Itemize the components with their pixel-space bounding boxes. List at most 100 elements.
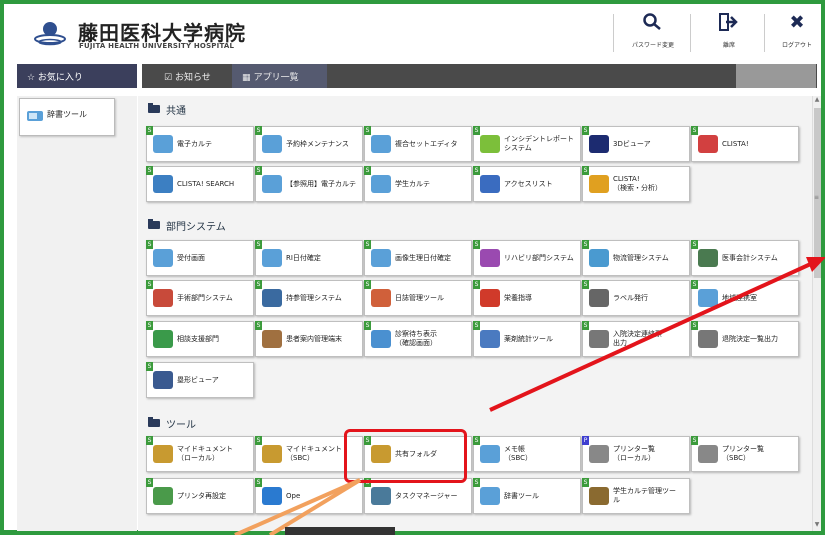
leave-seat-label: 離席 bbox=[722, 42, 735, 49]
app-tile[interactable]: S CLISTA! bbox=[691, 126, 799, 162]
app-tile[interactable]: S CLISTA! （検索・分析） bbox=[582, 166, 690, 202]
app-icon bbox=[480, 330, 500, 348]
status-badge: S bbox=[582, 321, 589, 330]
app-tile[interactable]: S 塁形ビューア bbox=[146, 362, 254, 398]
app-icon bbox=[262, 289, 282, 307]
vertical-scrollbar[interactable]: ▲ ≡ ▼ bbox=[812, 96, 821, 531]
app-tile-label: CLISTA! bbox=[722, 139, 749, 148]
app-tile[interactable]: S 患者案内管理端末 bbox=[255, 321, 363, 357]
app-tile[interactable]: S 複合セットエディタ bbox=[364, 126, 472, 162]
status-badge: S bbox=[146, 478, 153, 487]
app-tile[interactable]: S 持参管理システム bbox=[255, 280, 363, 316]
status-badge: S bbox=[364, 240, 371, 249]
app-tile[interactable]: S 相談支援部門 bbox=[146, 321, 254, 357]
app-tile[interactable]: S 受付画面 bbox=[146, 240, 254, 276]
scroll-up-icon[interactable]: ▲ bbox=[813, 96, 821, 106]
nav-right-area bbox=[736, 64, 816, 88]
app-tile[interactable]: S インシデントレポート システム bbox=[473, 126, 581, 162]
app-tile[interactable]: S 【参照用】電子カルテ bbox=[255, 166, 363, 202]
logout-button[interactable]: ✖ ログアウト bbox=[764, 10, 825, 56]
app-tile-label: 塁形ビューア bbox=[177, 375, 219, 384]
app-icon bbox=[371, 330, 391, 348]
status-badge: S bbox=[255, 436, 262, 445]
app-icon bbox=[262, 249, 282, 267]
app-tile[interactable]: S リハビリ部門システム bbox=[473, 240, 581, 276]
app-tile-label: 予約枠メンテナンス bbox=[286, 139, 349, 148]
app-tile[interactable]: S 診察待ち表示 （確認画面） bbox=[364, 321, 472, 357]
app-icon bbox=[589, 249, 609, 267]
status-badge: S bbox=[691, 126, 698, 135]
app-icon bbox=[589, 445, 609, 463]
app-tile[interactable]: S タスクマネージャー bbox=[364, 478, 472, 514]
app-icon bbox=[153, 371, 173, 389]
favorite-item-dictionary[interactable]: 辞書ツール bbox=[19, 98, 115, 136]
section-title: ツール bbox=[166, 419, 196, 431]
app-tile-label: 退院決定一覧出力 bbox=[722, 334, 778, 343]
app-icon bbox=[698, 249, 718, 267]
app-tile-label: 受付画面 bbox=[177, 253, 205, 262]
app-tile[interactable]: S 電子カルテ bbox=[146, 126, 254, 162]
app-tile[interactable]: S CLISTA! SEARCH bbox=[146, 166, 254, 202]
app-icon bbox=[153, 445, 173, 463]
status-badge: S bbox=[691, 321, 698, 330]
scroll-down-icon[interactable]: ▼ bbox=[813, 521, 821, 531]
app-icon bbox=[698, 135, 718, 153]
app-tile-label: 医事会計システム bbox=[722, 253, 778, 262]
scroll-grip-icon: ≡ bbox=[814, 194, 820, 201]
app-tile-label: 【参照用】電子カルテ bbox=[286, 179, 356, 188]
app-tile[interactable]: S 辞書ツール bbox=[473, 478, 581, 514]
favorites-panel: 辞書ツール bbox=[17, 96, 137, 531]
app-tile[interactable]: S 薬剤統計ツール bbox=[473, 321, 581, 357]
app-icon bbox=[698, 445, 718, 463]
app-tile[interactable]: S 退院決定一覧出力 bbox=[691, 321, 799, 357]
status-badge: S bbox=[582, 240, 589, 249]
app-tile[interactable]: S 画像生理日付確定 bbox=[364, 240, 472, 276]
app-tile-label: 相談支援部門 bbox=[177, 334, 219, 343]
password-change-button[interactable]: パスワード変更 bbox=[620, 10, 686, 56]
password-change-label: パスワード変更 bbox=[631, 42, 674, 49]
tab-notices[interactable]: ☑ お知らせ bbox=[154, 64, 229, 88]
app-tile[interactable]: S 地域連携室 bbox=[691, 280, 799, 316]
app-icon bbox=[262, 175, 282, 193]
scrollbar-thumb[interactable] bbox=[814, 108, 821, 278]
favorites-tab[interactable]: ☆ お気に入り bbox=[17, 64, 137, 88]
status-badge: S bbox=[473, 478, 480, 487]
app-tile-label: リハビリ部門システム bbox=[504, 253, 574, 262]
app-tile[interactable]: S 物流管理システム bbox=[582, 240, 690, 276]
app-tile[interactable]: S 学生カルテ bbox=[364, 166, 472, 202]
app-tile[interactable]: S RI日付確定 bbox=[255, 240, 363, 276]
app-tile[interactable]: S プリンタ再設定 bbox=[146, 478, 254, 514]
app-tile-label: 入院決定連絡票 出力 bbox=[613, 330, 662, 347]
section-title: 部門システム bbox=[166, 221, 226, 233]
leave-seat-button[interactable]: 離席 bbox=[696, 10, 762, 56]
tab-app-list[interactable]: ▦ アプリ一覧 bbox=[232, 64, 327, 88]
app-tile[interactable]: S Ope bbox=[255, 478, 363, 514]
app-tile[interactable]: S 医事会計システム bbox=[691, 240, 799, 276]
app-tile[interactable]: S 日誌管理ツール bbox=[364, 280, 472, 316]
app-tile-label: RI日付確定 bbox=[286, 253, 321, 262]
status-badge: S bbox=[582, 280, 589, 289]
app-tile[interactable]: S 栄養指導 bbox=[473, 280, 581, 316]
dictionary-icon bbox=[27, 111, 43, 121]
status-badge: S bbox=[255, 240, 262, 249]
app-tile-label: CLISTA! （検索・分析） bbox=[613, 175, 662, 192]
app-tile[interactable]: S 学生カルテ管理ツー ル bbox=[582, 478, 690, 514]
app-tile[interactable]: P プリンター覧 （ローカル） bbox=[582, 436, 690, 472]
app-tile[interactable]: S プリンター覧 （SBC） bbox=[691, 436, 799, 472]
app-icon bbox=[262, 445, 282, 463]
app-icon bbox=[371, 249, 391, 267]
app-tile[interactable]: S 入院決定連絡票 出力 bbox=[582, 321, 690, 357]
app-icon bbox=[480, 175, 500, 193]
app-tile-label: ラベル発行 bbox=[613, 293, 648, 302]
app-icon bbox=[589, 487, 609, 505]
tab-app-list-label: アプリ一覧 bbox=[253, 73, 299, 83]
app-tile[interactable]: S 予約枠メンテナンス bbox=[255, 126, 363, 162]
app-tile[interactable]: S ラベル発行 bbox=[582, 280, 690, 316]
app-tile[interactable]: S メモ帳 （SBC） bbox=[473, 436, 581, 472]
app-tile[interactable]: S 3Dビューア bbox=[582, 126, 690, 162]
app-tile[interactable]: S 手術部門システム bbox=[146, 280, 254, 316]
app-tile[interactable]: S アクセスリスト bbox=[473, 166, 581, 202]
app-tile-label: 栄養指導 bbox=[504, 293, 532, 302]
app-tile-label: マイドキュメント （ローカル） bbox=[177, 445, 233, 462]
app-tile[interactable]: S マイドキュメント （ローカル） bbox=[146, 436, 254, 472]
